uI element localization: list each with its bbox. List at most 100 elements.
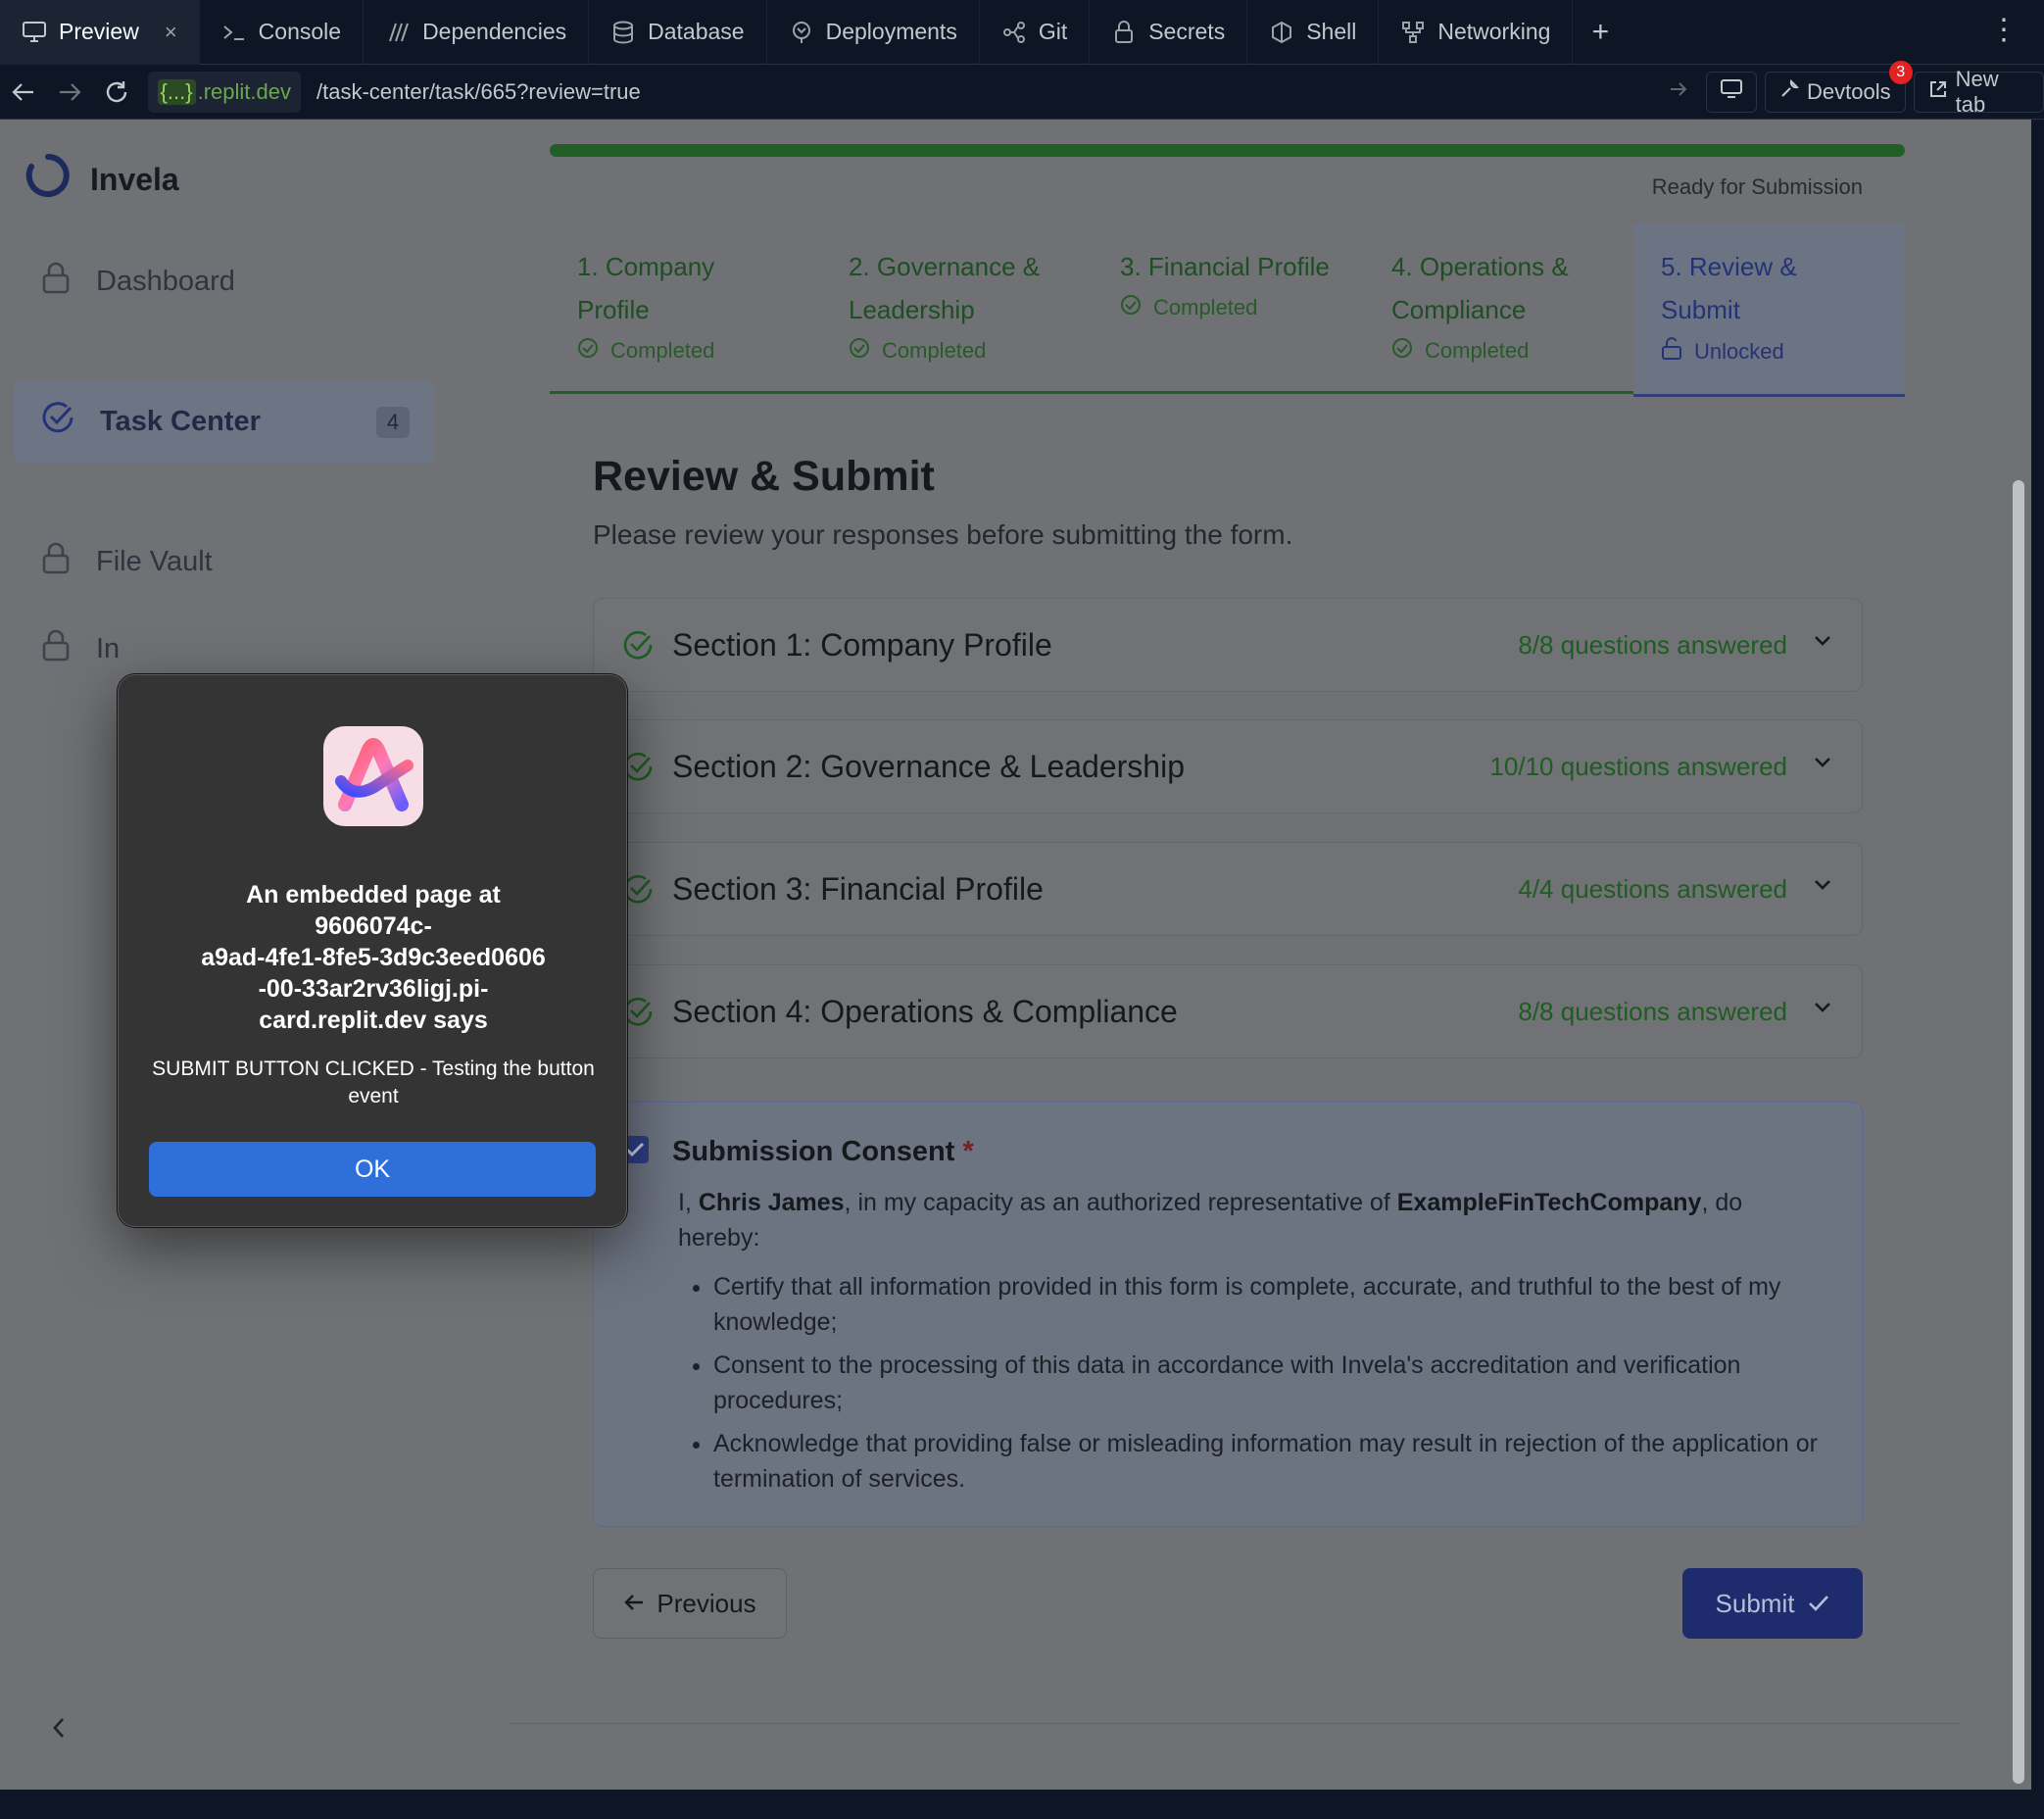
submission-consent-panel: Submission Consent * I, Chris James, in … <box>593 1102 1863 1527</box>
check-circle-icon <box>577 337 599 365</box>
replit-window: { "tabs":[ {"label":"Preview","icon":"mo… <box>0 0 2044 1819</box>
consent-bullet: Certify that all information provided in… <box>713 1269 1825 1340</box>
dependencies-icon <box>385 20 411 45</box>
devtools-label: Devtools <box>1807 78 1891 104</box>
consent-text: , in my capacity as an authorized repres… <box>844 1189 1397 1216</box>
lock-icon <box>41 628 71 669</box>
preview-address-bar: {...} .replit.dev /task-center/task/665?r… <box>0 60 2044 120</box>
arc-browser-icon <box>323 726 423 826</box>
step-title: 3. Financial Profile <box>1120 252 1330 281</box>
form-steps: 1. Company Profile Completed 2. Governan… <box>550 223 1905 397</box>
step-review-submit[interactable]: 5. Review & Submit Unlocked <box>1633 223 1905 397</box>
step-title: Profile <box>577 295 650 324</box>
dialog-title-line: An embedded page at <box>246 881 501 909</box>
chevron-down-icon <box>1813 1001 1832 1019</box>
tab-shell[interactable]: Shell <box>1247 0 1380 65</box>
step-company-profile[interactable]: 1. Company Profile Completed <box>550 223 821 394</box>
step-title: 4. Operations & <box>1391 252 1569 281</box>
database-icon <box>610 20 636 45</box>
section-accordion[interactable]: Section 2: Governance & Leadership 10/10… <box>593 719 1863 813</box>
network-icon <box>1400 20 1426 45</box>
sidebar-item-label: Dashboard <box>96 265 235 297</box>
monitor-icon <box>1721 78 1743 105</box>
open-new-tab-button[interactable]: New tab <box>1913 67 2044 117</box>
devtools-button[interactable]: Devtools 3 <box>1765 60 1913 113</box>
tab-preview[interactable]: Preview × <box>0 0 200 65</box>
url-host: {...} .replit.dev <box>147 71 301 113</box>
section-answered-count: 10/10 questions answered <box>1489 751 1787 781</box>
step-status: Completed <box>1153 295 1258 320</box>
monitor-icon <box>22 20 47 45</box>
section-accordion[interactable]: Section 4: Operations & Compliance 8/8 q… <box>593 964 1863 1058</box>
sidebar-item-file-vault[interactable]: File Vault <box>14 519 435 604</box>
submit-label: Submit <box>1715 1588 1795 1618</box>
previous-button[interactable]: Previous <box>593 1568 787 1639</box>
step-status: Unlocked <box>1694 339 1784 364</box>
section-title: Section 1: Company Profile <box>672 626 1052 663</box>
consent-list: Certify that all information provided in… <box>678 1269 1825 1497</box>
ok-button[interactable]: OK <box>149 1142 596 1197</box>
tab-console[interactable]: Console <box>200 0 365 65</box>
external-link-icon <box>1928 79 1948 105</box>
page-subtitle: Please review your responses before subm… <box>593 519 1293 550</box>
step-status: Completed <box>1425 338 1530 363</box>
footer-divider <box>510 1723 1960 1724</box>
section-answered-count: 8/8 questions answered <box>1518 996 1787 1026</box>
unlock-icon <box>1661 337 1682 367</box>
section-accordion[interactable]: Section 1: Company Profile 8/8 questions… <box>593 598 1863 692</box>
step-operations[interactable]: 4. Operations & Compliance Completed <box>1364 223 1635 394</box>
bottom-frame <box>0 1790 2044 1819</box>
submit-button[interactable]: Submit <box>1682 1568 1863 1639</box>
tab-database[interactable]: Database <box>589 0 767 65</box>
section-answered-count: 8/8 questions answered <box>1518 629 1787 660</box>
forward-arrow-icon[interactable] <box>47 65 94 120</box>
sidebar-item-dashboard[interactable]: Dashboard <box>14 239 435 323</box>
tab-dependencies[interactable]: Dependencies <box>364 0 590 65</box>
tab-label: Git <box>1038 19 1068 44</box>
step-governance[interactable]: 2. Governance & Leadership Completed <box>821 223 1093 394</box>
step-title: 1. Company <box>577 252 715 281</box>
git-icon <box>1001 20 1027 45</box>
device-preview-button[interactable] <box>1706 71 1758 113</box>
go-arrow-icon[interactable] <box>1669 79 1688 104</box>
back-arrow-icon[interactable] <box>0 65 47 120</box>
tab-label: Shell <box>1306 19 1357 44</box>
new-tab-label: New tab <box>1955 66 1999 117</box>
tab-secrets[interactable]: Secrets <box>1090 0 1248 65</box>
chevron-down-icon <box>1813 756 1832 774</box>
step-financial-profile[interactable]: 3. Financial Profile Completed <box>1093 223 1364 394</box>
consent-company-name: ExampleFinTechCompany <box>1396 1189 1702 1216</box>
tab-git[interactable]: Git <box>980 0 1091 65</box>
chevron-down-icon <box>1813 634 1832 653</box>
wrench-icon <box>1779 78 1800 105</box>
arrow-left-icon <box>623 1589 645 1619</box>
step-status: Completed <box>882 338 987 363</box>
new-tab-plus-button[interactable]: + <box>1573 0 1628 65</box>
dialog-title-line: -00-33ar2rv36ligj.pi- <box>258 975 489 1003</box>
section-accordion[interactable]: Section 3: Financial Profile 4/4 questio… <box>593 842 1863 936</box>
sidebar-item-label: In <box>96 632 121 664</box>
sidebar-item-task-center[interactable]: Task Center 4 <box>14 379 435 464</box>
tab-deployments[interactable]: Deployments <box>767 0 980 65</box>
alert-dialog: An embedded page at 9606074c- a9ad-4fe1-… <box>118 674 627 1227</box>
app-logo[interactable]: Invela <box>25 153 179 206</box>
chevron-down-icon <box>1813 878 1832 897</box>
page-title: Review & Submit <box>593 453 935 500</box>
collapse-sidebar-chevron-icon[interactable] <box>49 1715 69 1745</box>
more-vertical-icon[interactable]: ⋮ <box>1989 16 2019 45</box>
viewport-scrollbar[interactable] <box>2013 480 2024 1784</box>
tab-label: Preview <box>59 19 139 44</box>
tab-networking[interactable]: Networking <box>1379 0 1574 65</box>
url-host-domain: .replit.dev <box>197 78 291 104</box>
url-field[interactable]: {...} .replit.dev /task-center/task/665?r… <box>147 71 1699 113</box>
close-icon[interactable]: × <box>165 20 177 45</box>
workspace-tab-bar: Preview × Console Dependencies Database … <box>0 0 2044 65</box>
shell-icon <box>1269 20 1294 45</box>
section-title: Section 4: Operations & Compliance <box>672 993 1178 1029</box>
check-circle-icon <box>1391 337 1413 365</box>
reload-icon[interactable] <box>93 65 140 120</box>
dialog-title: An embedded page at 9606074c- a9ad-4fe1-… <box>152 879 595 1036</box>
preview-viewport: Invela Dashboard Task Center 4 File Vaul… <box>0 120 2031 1790</box>
section-answered-count: 4/4 questions answered <box>1518 873 1787 904</box>
task-count-badge: 4 <box>376 407 410 438</box>
